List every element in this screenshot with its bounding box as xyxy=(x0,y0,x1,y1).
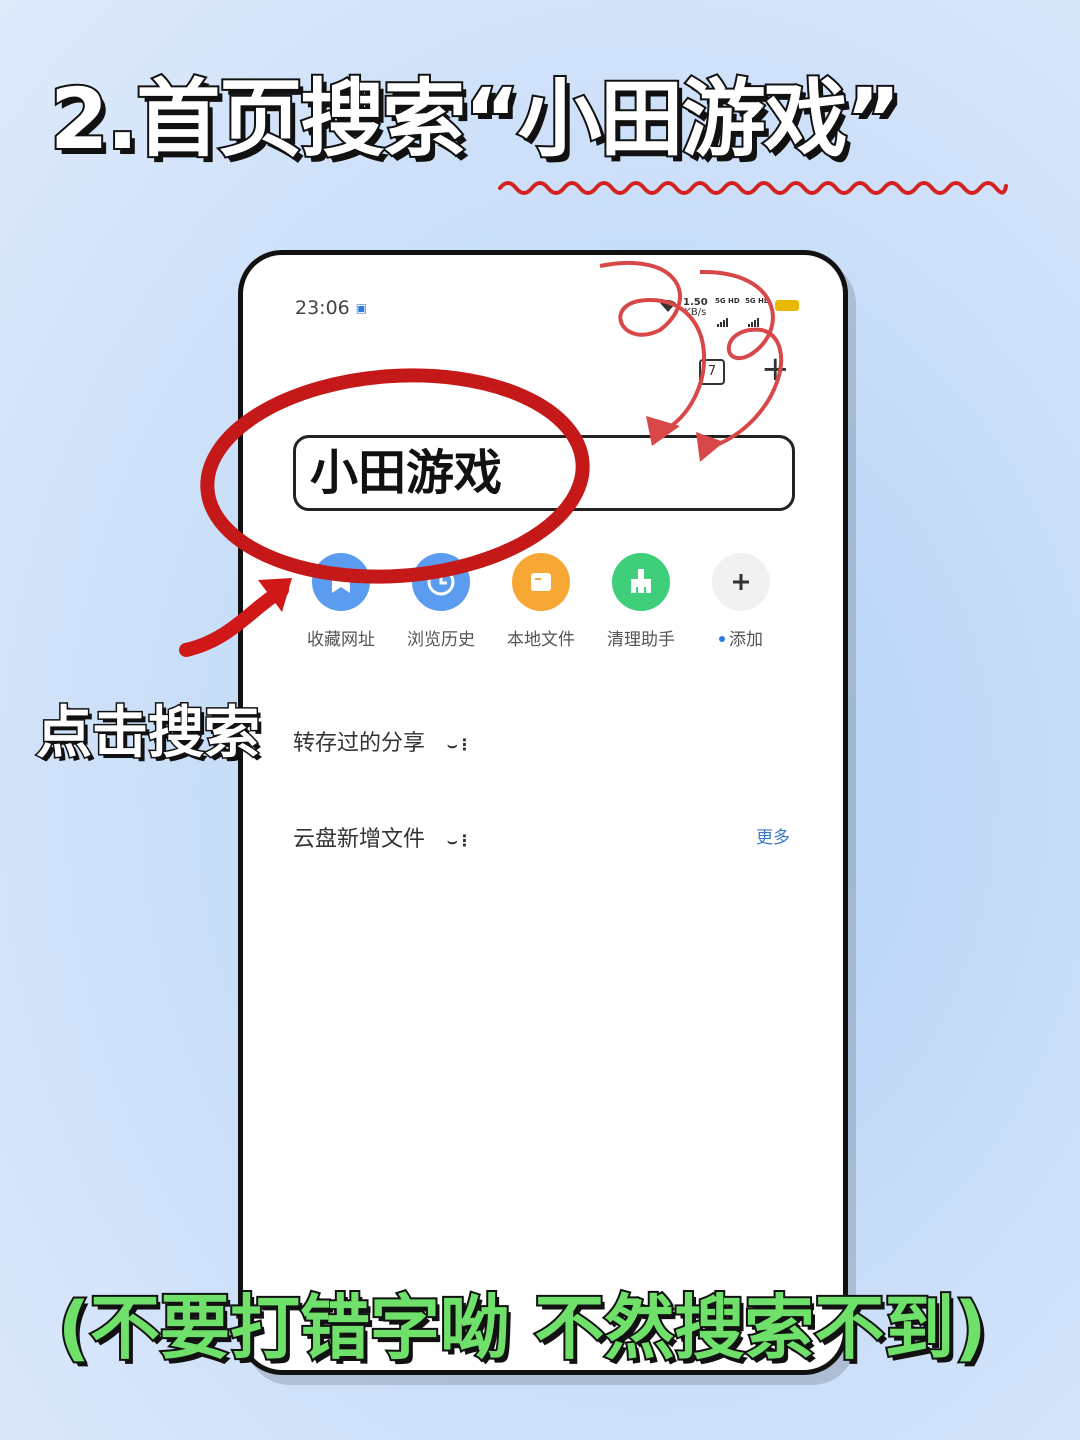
highlight-circle xyxy=(200,368,590,584)
pointer-arrow xyxy=(179,583,289,657)
loop-arrow-2 xyxy=(699,269,784,448)
click-search-label: 点击搜索 xyxy=(35,700,262,768)
typo-warning-note: (不要打错字呦 不然搜索不到) xyxy=(56,1285,988,1371)
loop-arrow-1 xyxy=(599,260,706,434)
loop-arrow-2-head xyxy=(696,432,724,462)
